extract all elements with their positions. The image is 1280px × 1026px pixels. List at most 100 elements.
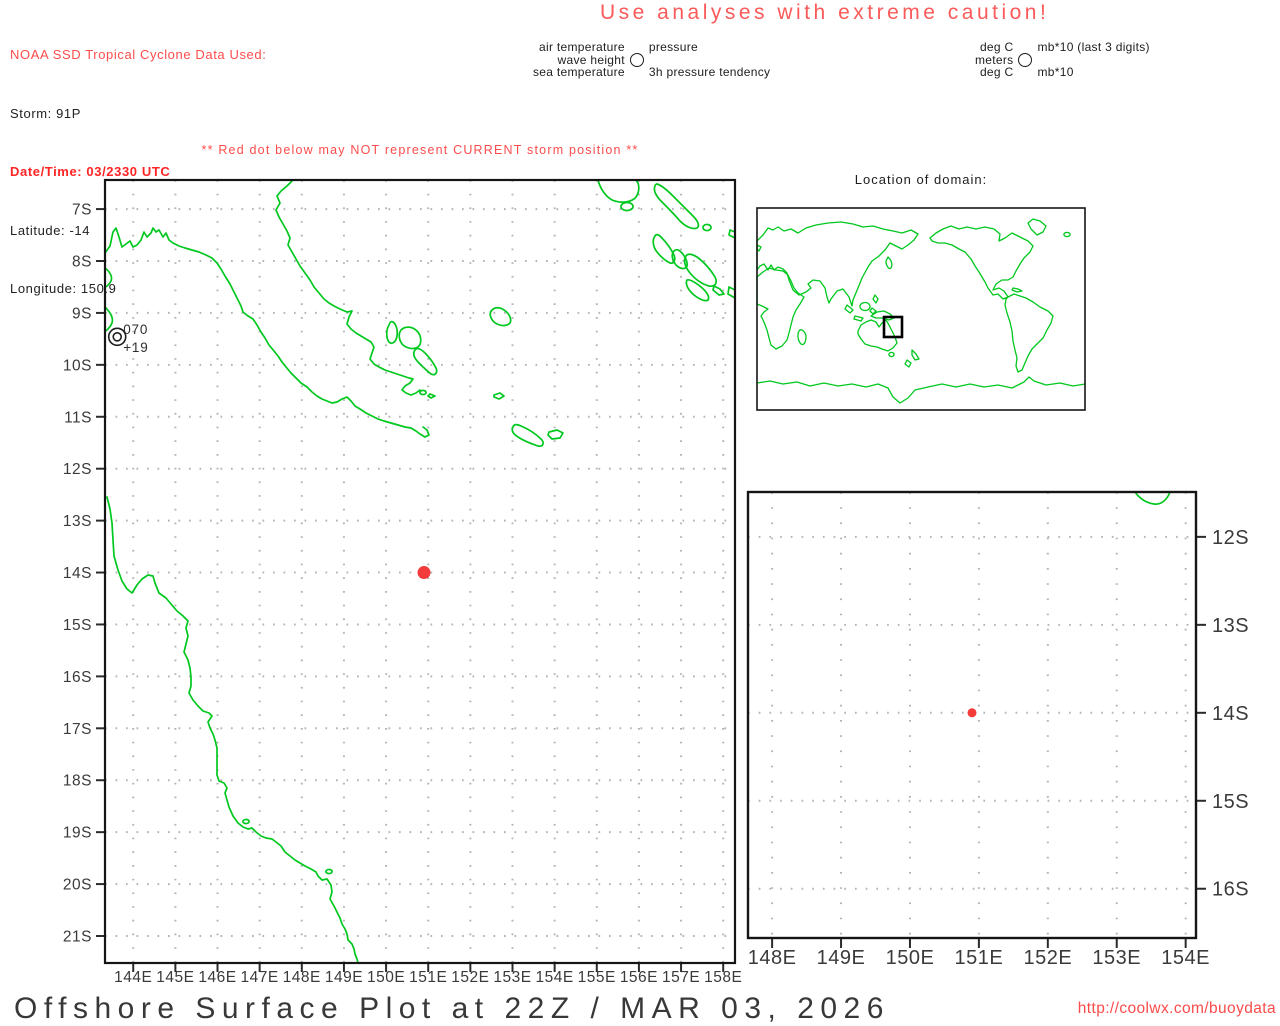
axis-label-lon: 154E [1161,947,1210,969]
axis-label-lon: 150E [886,947,935,969]
zoom-map: 148E 149E 150E 151E 152E 153E 154E 12S 13S 14S 15S… [746,490,1249,969]
inset-map-title: Location of domain: [854,172,988,187]
island-fergusson [398,326,422,350]
tc-info-source: NOAA SSD Tropical Cyclone Data Used: [10,47,267,62]
storm-position-warning: ** Red dot below may NOT represent CURRE… [201,143,639,157]
axis-label-lat: 16S [63,669,92,686]
plot-title: Offshore Surface Plot at 22Z / MAR 03, 2… [14,992,890,1025]
units-legend: deg C meters deg C mb*10 (last 3 digits)… [975,41,1150,79]
world-islands [756,231,1071,368]
axis-label-lat: 13S [1212,615,1249,637]
axis-label-lat: 15S [63,617,92,634]
main-map-overlay: 070+19 [107,322,431,580]
station-symbol-inner [112,332,123,342]
world-madagascar [797,329,807,346]
island-new-britain [597,179,640,203]
axis-label-lat: 16S [1212,879,1249,901]
axis-label-lon: 146E [198,969,236,986]
axis-label-lon: 148E [748,947,797,969]
units-legend-right-labels: mb*10 (last 3 digits) mb*10 [1037,41,1149,79]
world-australia [857,319,898,352]
axis-label-lat: 14S [1212,703,1249,725]
axis-label-lon: 155E [578,969,616,986]
caution-headline: Use analyses with extreme caution! [600,1,1050,24]
station-pressure-value: 070 [123,322,148,337]
tropical-cyclone-info: NOAA SSD Tropical Cyclone Data Used: Sto… [10,6,266,318]
axis-label-lat: 13S [63,513,92,530]
axis-label-lat: 12S [1212,527,1249,549]
axis-label-lat: 20S [63,877,92,894]
storm-position-dot [417,566,431,580]
axis-label-lon: 153E [1092,947,1141,969]
islands-small-se [419,389,436,399]
coastline-queensland [106,496,359,964]
units-legend-left-labels: deg C meters deg C [975,41,1013,79]
axis-label-lon: 148E [283,969,321,986]
axis-label-lat: 19S [63,825,92,842]
axis-label-lat: 10S [63,357,92,374]
axis-label-lat: 17S [63,721,92,738]
tc-info-latitude: Latitude: -14 [10,222,91,238]
axis-label-lon: 151E [955,947,1004,969]
world-coastlines [756,218,1086,404]
units-circle-icon [1018,52,1033,67]
legend-pressure-tendency: 3h pressure tendency [648,65,771,79]
axis-label-lat: 14S [63,565,92,582]
station-legend-left-labels: air temperature wave height sea temperat… [533,41,625,79]
inset-world-map [756,207,1086,411]
axis-label-lat: 21S [63,929,92,946]
tc-info-longitude: Longitude: 150.9 [10,281,117,296]
axis-label-lon: 144E [114,969,152,986]
legend-degc-bottom: deg C [979,65,1014,79]
storm-position-dot [967,708,977,718]
island-trobriand [489,306,512,327]
islands-qld-offshore [242,818,333,875]
world-south-america [1004,293,1054,373]
island-alcester [493,392,505,400]
axis-label-lon: 154E [536,969,574,986]
tc-info-datetime: Date/Time: 03/2330 UTC [10,164,171,179]
source-url: http://coolwx.com/buoydata [1077,1000,1276,1017]
station-circle-icon [629,52,644,67]
world-antarctica [756,376,1086,404]
axis-label-lat: 15S [1212,791,1249,813]
axis-label-lon: 156E [620,969,658,986]
coastline-png-north [275,179,421,396]
axis-label-lon: 151E [409,969,447,986]
station-legend-right-labels: pressure 3h pressure tendency [649,41,770,79]
legend-air-temperature: air temperature [539,40,625,54]
legend-degc-top: deg C [979,40,1014,54]
tc-info-storm: Storm: 91P [10,105,82,121]
station-tendency-value: +19 [123,340,148,355]
island-normanby [412,347,438,376]
axis-label-lon: 158E [704,969,742,986]
world-north-america [929,225,1034,300]
island-new-ireland [653,183,712,232]
world-greenland [1027,218,1047,236]
axis-label-lon: 149E [817,947,866,969]
legend-mb10-last3: mb*10 (last 3 digits) [1037,40,1150,54]
station-plot-legend: air temperature wave height sea temperat… [533,41,770,79]
axis-label-lat: 12S [63,461,92,478]
axis-label-lon: 157E [662,969,700,986]
axis-label-lat: 11S [64,409,92,426]
axis-label-lon: 147E [241,969,279,986]
axis-label-lon: 149E [325,969,363,986]
zoom-map-overlay [967,708,977,718]
axis-label-lon: 145E [156,969,194,986]
zoom-map-gridlines: 148E 149E 150E 151E 152E 153E 154E 12S 13S 14S 15S… [748,492,1249,969]
axis-label-lon: 152E [451,969,489,986]
axis-label-lon: 152E [1023,947,1072,969]
axis-label-lat: 18S [63,773,92,790]
world-eurasia [756,221,919,307]
axis-label-lon: 153E [493,969,531,986]
legend-mb10: mb*10 [1037,65,1074,79]
legend-pressure: pressure [648,40,698,54]
axis-label-lon: 150E [367,969,405,986]
legend-sea-temperature: sea temperature [533,65,625,79]
world-africa [756,267,805,350]
island-small-nb [620,201,634,212]
island-goodenough [385,320,399,345]
inset-map-frame [756,207,1086,411]
island-rossel [1134,491,1171,505]
